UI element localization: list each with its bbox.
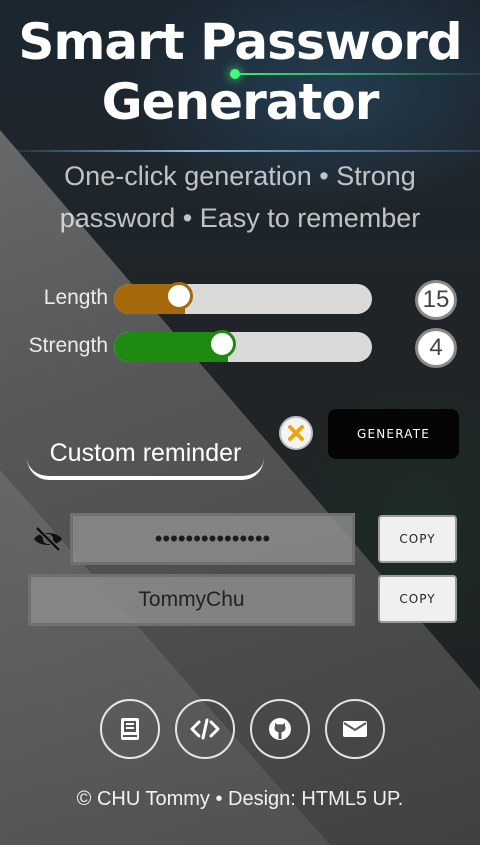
title-line-2: Generator (101, 73, 380, 131)
page-subtitle: One-click generation • Strong password •… (40, 155, 440, 239)
copy-password-button[interactable]: COPY (378, 515, 457, 563)
email-link[interactable] (325, 699, 385, 759)
close-icon (288, 425, 304, 441)
eye-slash-icon (34, 526, 62, 552)
title-line-1: Smart Password (18, 13, 462, 71)
length-slider[interactable] (114, 284, 372, 314)
length-label: Length (43, 286, 108, 309)
length-slider-thumb[interactable] (164, 282, 193, 310)
strength-slider[interactable] (114, 332, 372, 362)
password-output[interactable]: ••••••••••••••• (70, 513, 355, 565)
copy-reminder-button[interactable]: COPY (378, 575, 457, 623)
strength-control: Strength 4 (0, 328, 480, 368)
generate-button[interactable]: GENERATE (328, 409, 459, 459)
github-icon (269, 718, 291, 740)
strength-label: Strength (28, 334, 108, 357)
clear-reminder-button[interactable] (279, 416, 313, 450)
length-value-badge: 15 (415, 280, 457, 320)
code-icon (190, 718, 220, 740)
custom-reminder-button[interactable]: Custom reminder (27, 430, 264, 480)
page-content: Smart Password Generator One-click gener… (0, 0, 480, 845)
subtitle-line-2: password • Easy to remember (59, 203, 421, 233)
docs-link[interactable] (100, 699, 160, 759)
subtitle-line-1: One-click generation • Strong (64, 161, 416, 191)
envelope-icon (343, 721, 367, 737)
reminder-input[interactable]: TommyChu (28, 574, 355, 626)
book-icon (121, 718, 139, 740)
source-code-link[interactable] (175, 699, 235, 759)
toggle-password-visibility[interactable] (32, 525, 64, 553)
footer-credits: © CHU Tommy • Design: HTML5 UP. (76, 788, 404, 810)
github-link[interactable] (250, 699, 310, 759)
strength-value-badge: 4 (415, 328, 457, 368)
page-title: Smart Password Generator (0, 12, 480, 132)
length-control: Length 15 (0, 280, 480, 320)
